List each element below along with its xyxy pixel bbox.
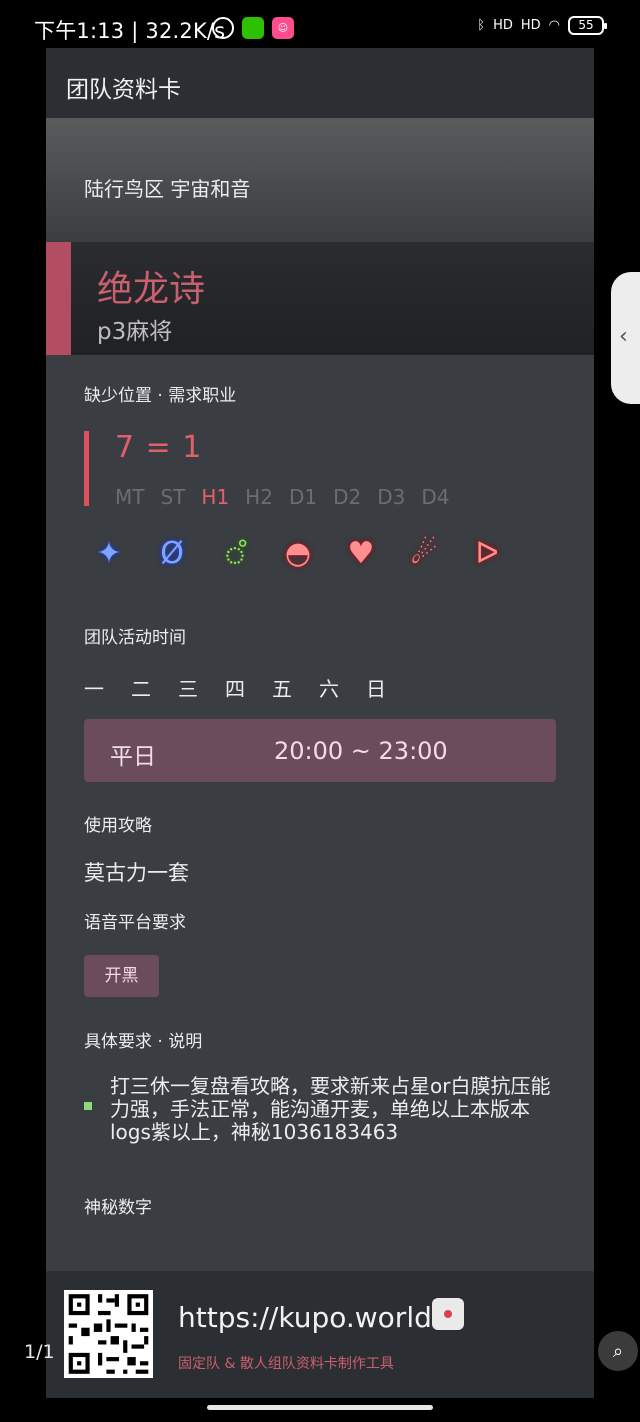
weekday-3: 四 — [225, 677, 245, 701]
team-subtitle: p3麻将 — [97, 319, 173, 345]
screen-scan-button[interactable]: ⌕ — [598, 1331, 638, 1371]
team-profile-card: 团队资料卡 陆行鸟区 宇宙和音 绝龙诗 p3麻将 缺少位置 · 需求职业 7 =… — [46, 48, 594, 1398]
alarm-icon — [212, 17, 234, 39]
home-indicator[interactable] — [207, 1405, 433, 1410]
need-formula: 7 = 1 — [115, 430, 203, 465]
page-indicator: 1/1 — [24, 1341, 55, 1363]
card-footer: https://kupo.world 固定队 & 散人组队资料卡制作工具 — [46, 1271, 594, 1398]
qr-code-image — [64, 1290, 153, 1378]
weekday-6: 日 — [366, 677, 386, 701]
wechat-icon — [242, 17, 264, 39]
scholar-job-icon: ஂ — [223, 536, 247, 571]
need-accent-bar — [84, 431, 89, 506]
voice-section-label: 语音平台要求 — [84, 913, 186, 933]
paladin-job-icon: ✦ — [96, 536, 122, 571]
black-mage-job-icon: ☄ — [410, 536, 438, 571]
position-d3: D3 — [377, 485, 406, 509]
time-slot-day: 平日 — [110, 744, 156, 770]
weekday-5: 六 — [319, 677, 339, 701]
weekday-row: 一二三四五六日 — [84, 673, 413, 702]
monk-job-icon: ♥ — [347, 536, 375, 571]
weekday-2: 三 — [178, 677, 198, 701]
voice-platform-tag: 开黑 — [84, 955, 159, 997]
requirement-bullet — [84, 1102, 92, 1110]
missing-section-label: 缺少位置 · 需求职业 — [84, 386, 237, 406]
footer-tagline: 固定队 & 散人组队资料卡制作工具 — [178, 1356, 394, 1372]
team-title-bar: 绝龙诗 p3麻将 — [46, 242, 594, 355]
status-icons-left: ☺ — [212, 17, 294, 39]
strategy-value: 莫古力一套 — [84, 861, 189, 885]
position-d4: D4 — [421, 485, 450, 509]
requirements-section-label: 具体要求 · 说明 — [84, 1032, 203, 1052]
server-name: 陆行鸟区 宇宙和音 — [84, 177, 251, 201]
position-d2: D2 — [333, 485, 362, 509]
qr-code-icon — [64, 1290, 153, 1378]
position-h2: H2 — [245, 485, 273, 509]
wifi-icon: ◠ — [548, 18, 560, 33]
signal-icon-2: HD — [520, 18, 541, 33]
weekday-4: 五 — [272, 677, 292, 701]
time-slot-range: 20:00 ~ 23:00 — [274, 737, 448, 765]
bluetooth-icon: ᛒ — [477, 18, 486, 33]
requirements-text: 打三休一复盘看攻略，要求新来占星or白膜抗压能力强，手法正常，能沟通开麦，单绝以… — [110, 1074, 551, 1144]
scan-icon: ⌕ — [612, 1340, 624, 1362]
status-time: 下午1:13 | 32.2K/s — [34, 19, 226, 43]
secret-number-label: 神秘数字 — [84, 1198, 152, 1218]
time-slot: 平日 20:00 ~ 23:00 — [84, 719, 556, 782]
activity-section-label: 团队活动时间 — [84, 628, 186, 648]
position-d1: D1 — [288, 485, 318, 509]
weekday-1: 二 — [131, 677, 151, 701]
kupo-avatar-icon — [432, 1298, 464, 1330]
kupo-world-link[interactable]: https://kupo.world — [178, 1301, 432, 1334]
position-row: MT ST H1 H2 D1 D2 D3 D4 — [115, 485, 465, 509]
position-mt: MT — [115, 485, 145, 509]
battery-icon: 55 — [568, 16, 607, 35]
position-st: ST — [160, 485, 186, 509]
app-notification-icon: ☺ — [272, 17, 294, 39]
bard-job-icon: ᐅ — [475, 536, 499, 571]
side-drawer-handle[interactable]: ‹ — [611, 272, 640, 404]
title-accent-bar — [46, 242, 71, 355]
job-icon-row: ✦ Øஂ ◓ ♥ ☄ ᐅ — [90, 533, 531, 575]
position-h1: H1 — [201, 485, 230, 509]
strategy-section-label: 使用攻略 — [84, 816, 152, 836]
dark-knight-job-icon: Ø — [160, 536, 184, 571]
team-name: 绝龙诗 — [97, 269, 206, 310]
dragoon-job-icon: ◓ — [284, 536, 312, 571]
signal-icon: HD — [493, 18, 513, 33]
server-banner: 陆行鸟区 宇宙和音 — [46, 118, 594, 242]
card-header: 团队资料卡 — [46, 48, 594, 118]
card-header-title: 团队资料卡 — [66, 77, 181, 103]
chevron-left-icon: ‹ — [619, 324, 628, 349]
weekday-0: 一 — [84, 677, 104, 701]
status-icons-right: ᛒ HD HD ◠ 55 — [477, 16, 607, 35]
